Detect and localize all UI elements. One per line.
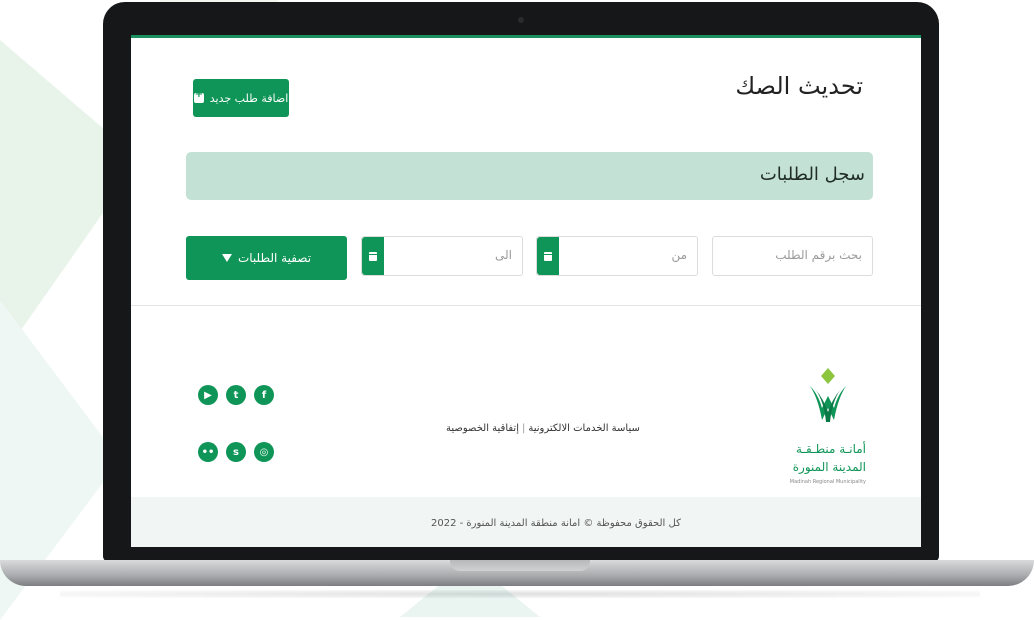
plus-square-icon [193,89,204,103]
page-title: تحديث الصك [735,72,863,100]
instagram-icon[interactable]: ◎ [254,442,274,462]
logo-arabic-line2: المدينة المنورة [792,460,866,474]
flickr-icon[interactable]: •• [198,442,218,462]
twitter-icon[interactable]: t [226,385,246,405]
filter-requests-label: تصفية الطلبات [237,251,312,265]
privacy-agreement-link[interactable]: إتفاقية الخصوصية [446,423,519,434]
eservices-policy-link[interactable]: سياسة الخدمات الالكترونية [528,423,639,434]
laptop-notch [450,560,590,571]
section-title: سجل الطلبات [759,164,865,185]
calendar-icon[interactable] [537,237,559,275]
filter-requests-button[interactable]: تصفية الطلبات [186,236,347,280]
facebook-icon[interactable]: f [254,385,274,405]
request-number-search-input[interactable]: بحث برقم الطلب [712,236,873,276]
laptop-camera [518,17,524,23]
top-accent-line [131,35,921,38]
youtube-icon[interactable]: ▶ [198,385,218,405]
date-from-input[interactable]: من [536,236,698,276]
footer-separator: | [522,423,526,434]
date-to-input[interactable]: الى [361,236,523,276]
laptop-shadow [60,590,980,598]
logo-arabic-line1: أمانـة منطـقـة [796,442,866,456]
laptop-screen: تحديث الصك اضافة طلب جديد سجل الطلبات بح… [131,35,921,547]
add-new-request-label: اضافة طلب جديد [209,91,289,105]
snapchat-icon[interactable]: s [226,442,246,462]
add-new-request-button[interactable]: اضافة طلب جديد [193,79,289,117]
footer-links: سياسة الخدمات الالكترونية|إتفاقية الخصوص… [446,423,640,434]
copyright-text: كل الحقوق محفوظة © امانة منطقة المدينة ا… [431,518,681,529]
requests-log-header: سجل الطلبات [186,152,873,200]
logo-mark-icon [810,368,846,422]
search-placeholder: بحث برقم الطلب [775,248,862,262]
municipality-logo[interactable]: أمانـة منطـقـة المدينة المنورة Madinah R… [782,368,872,493]
calendar-icon[interactable] [362,237,384,275]
date-from-placeholder: من [671,248,687,262]
logo-english-text: Madinah Regional Municipality [789,479,866,485]
content-divider [131,305,921,306]
filter-funnel-icon [221,254,232,262]
date-to-placeholder: الى [495,248,512,262]
